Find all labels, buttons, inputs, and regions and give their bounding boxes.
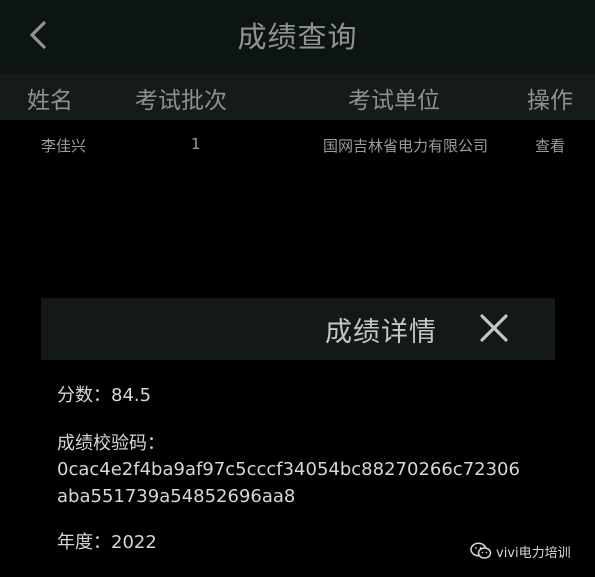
dialog-header: 成绩详情 xyxy=(41,298,555,360)
cell-batch: 1 xyxy=(191,135,201,153)
watermark-text: vivi电力培训 xyxy=(496,545,571,561)
wechat-icon xyxy=(470,542,492,559)
app-bar: 成绩查询 xyxy=(0,0,595,74)
year-row: 年度：2022 xyxy=(57,530,157,556)
column-header-action: 操作 xyxy=(527,88,573,114)
table-header: 姓名 考试批次 考试单位 操作 xyxy=(0,74,595,120)
score-value: 84.5 xyxy=(111,385,152,406)
cell-unit: 国网吉林省电力有限公司 xyxy=(323,137,489,155)
watermark: vivi电力培训 xyxy=(470,540,571,562)
dialog-title: 成绩详情 xyxy=(325,317,437,348)
view-link[interactable]: 查看 xyxy=(535,135,565,156)
page-title: 成绩查询 xyxy=(237,20,358,54)
score-label: 分数： xyxy=(57,385,111,406)
column-header-batch: 考试批次 xyxy=(135,88,227,114)
year-label: 年度： xyxy=(57,532,111,553)
table-row: 李佳兴 1 国网吉林省电力有限公司 查看 xyxy=(0,120,595,168)
verification-code-line-1: 0cac4e2f4ba9af97c5cccf34054bc88270266c72… xyxy=(57,459,520,480)
close-icon xyxy=(480,314,508,342)
verification-code-line-2: aba551739a54852696aa8 xyxy=(57,486,296,507)
year-value: 2022 xyxy=(111,532,157,553)
score-row: 分数：84.5 xyxy=(57,383,151,409)
column-header-name: 姓名 xyxy=(27,88,73,114)
close-button[interactable] xyxy=(477,311,511,345)
verification-code-label: 成绩校验码： xyxy=(57,433,165,454)
cell-name: 李佳兴 xyxy=(41,137,87,155)
column-header-unit: 考试单位 xyxy=(348,88,440,114)
